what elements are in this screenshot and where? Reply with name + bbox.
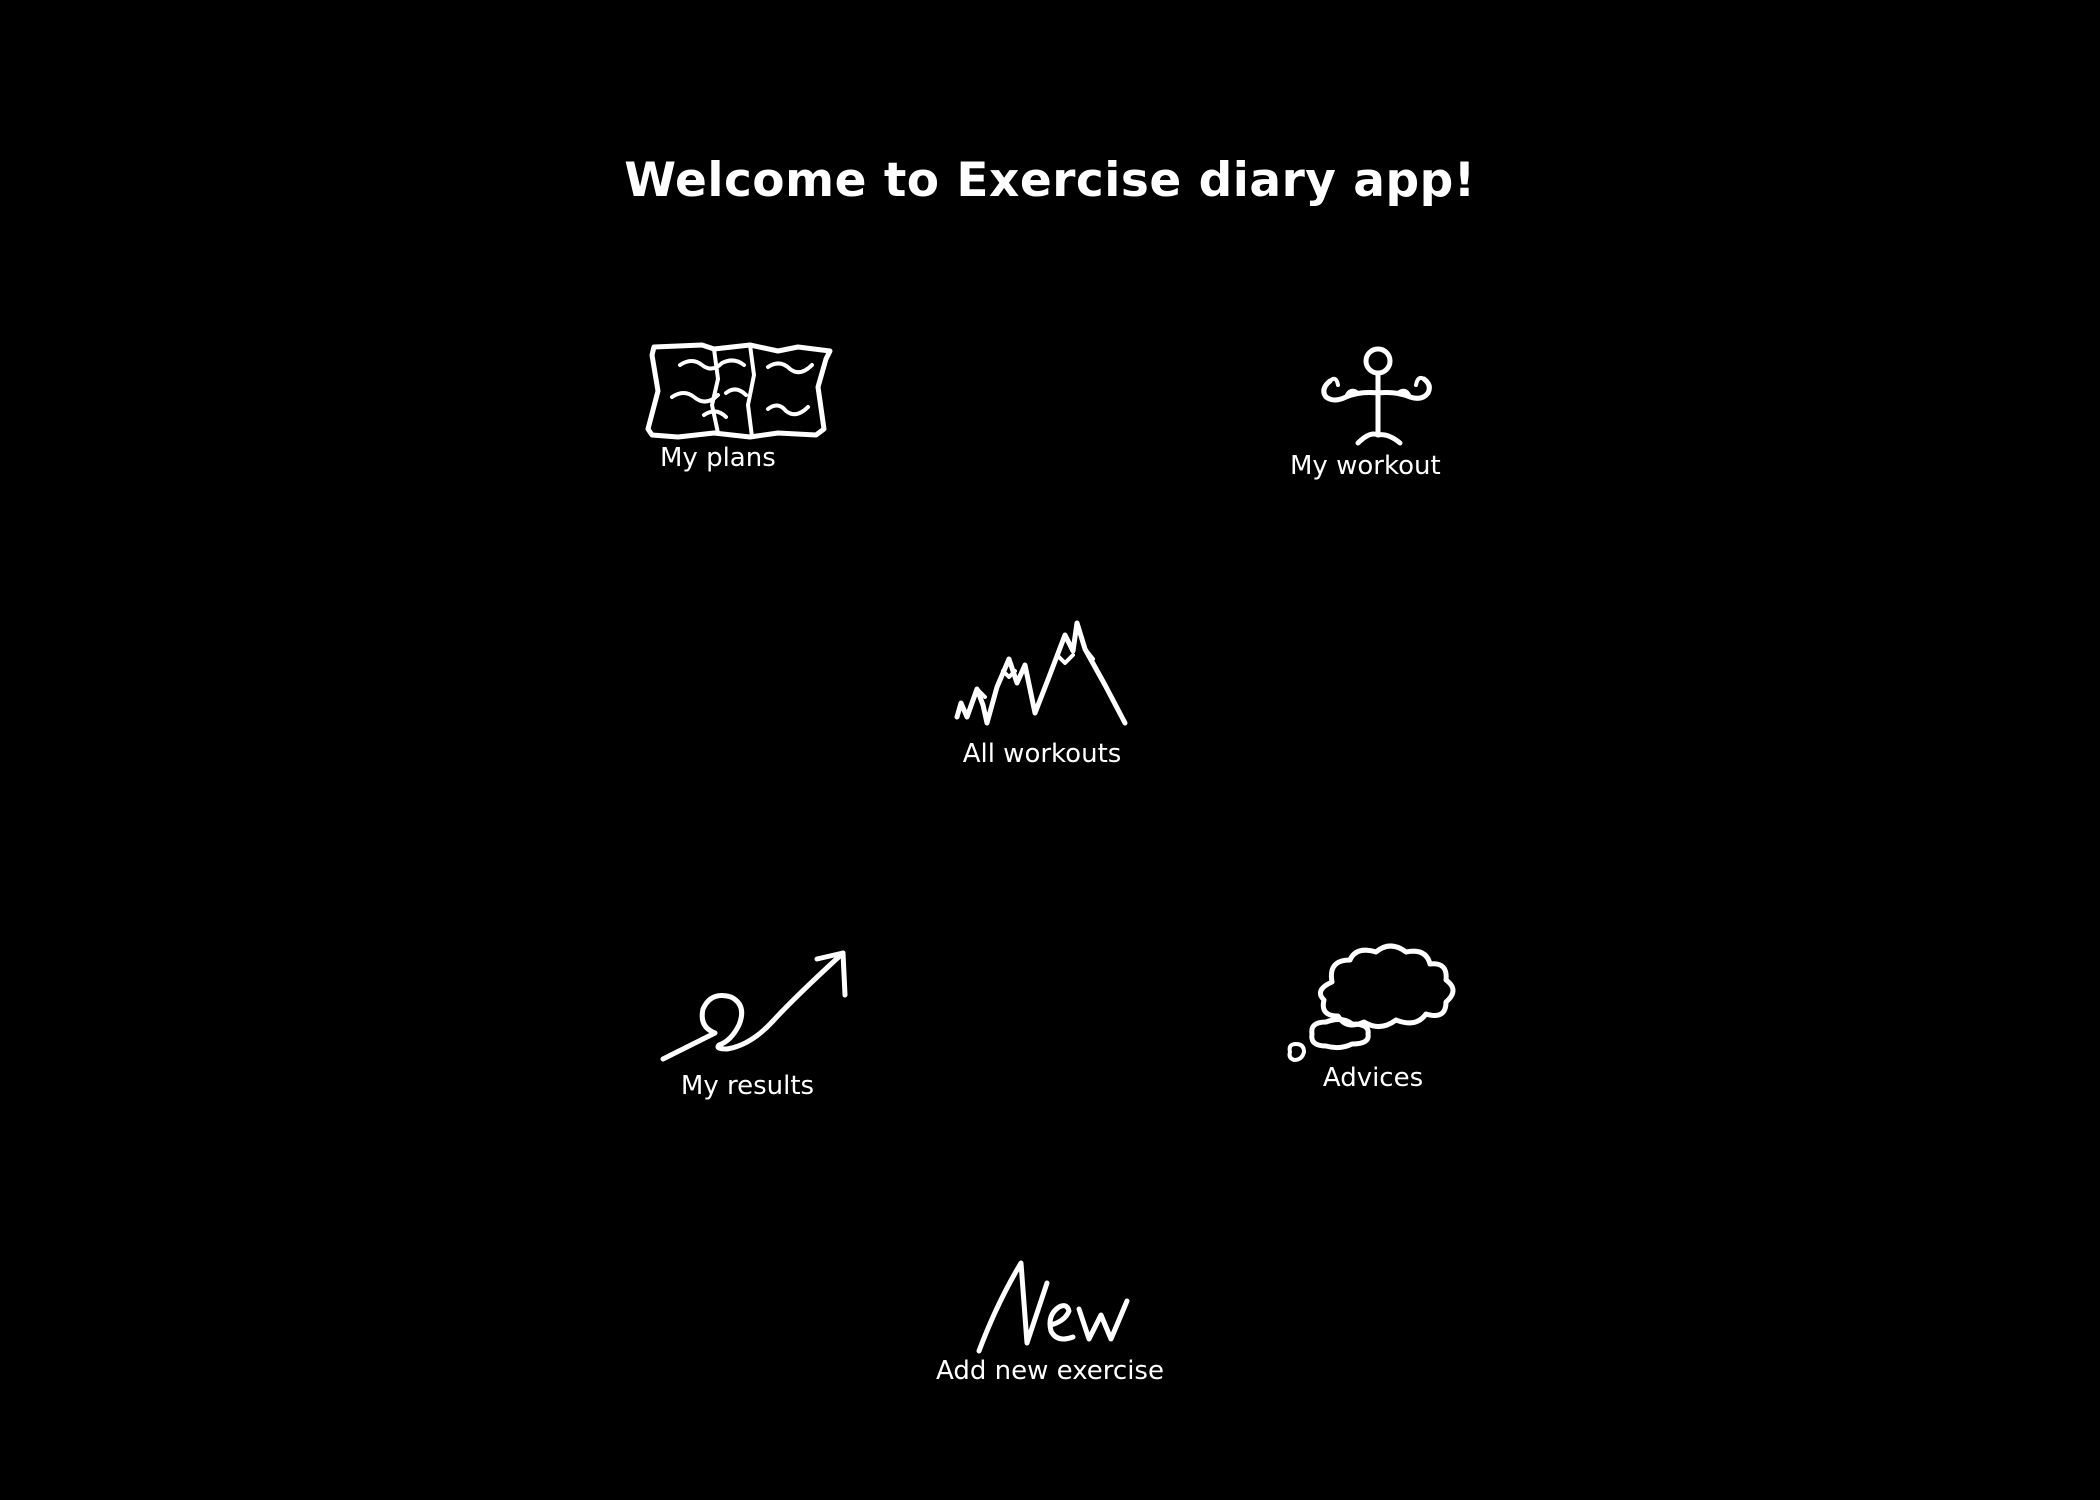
thought-cloud-icon: [1287, 943, 1456, 1062]
my-plans-label: My plans: [660, 443, 776, 473]
add-new-exercise-button[interactable]: Add new exercise: [935, 1255, 1165, 1395]
advices-label: Advices: [1322, 1063, 1424, 1093]
my-workout-label: My workout: [1290, 451, 1441, 481]
my-plans-button[interactable]: My plans: [640, 335, 840, 485]
rising-arrow-icon: [660, 950, 848, 1062]
my-workout-button[interactable]: My workout: [1285, 340, 1455, 490]
advices-button[interactable]: Advices: [1280, 940, 1470, 1100]
map-icon: [645, 342, 833, 440]
all-workouts-button[interactable]: All workouts: [945, 605, 1150, 775]
my-results-button[interactable]: My results: [655, 945, 860, 1105]
mountains-icon: [954, 620, 1128, 726]
stick-figure-icon: [1321, 346, 1432, 446]
page-title: Welcome to Exercise diary app!: [624, 153, 1476, 209]
add-new-exercise-label: Add new exercise: [936, 1356, 1164, 1386]
all-workouts-label: All workouts: [962, 739, 1122, 769]
my-results-label: My results: [680, 1071, 815, 1101]
new-scribble-icon: [976, 1260, 1130, 1354]
